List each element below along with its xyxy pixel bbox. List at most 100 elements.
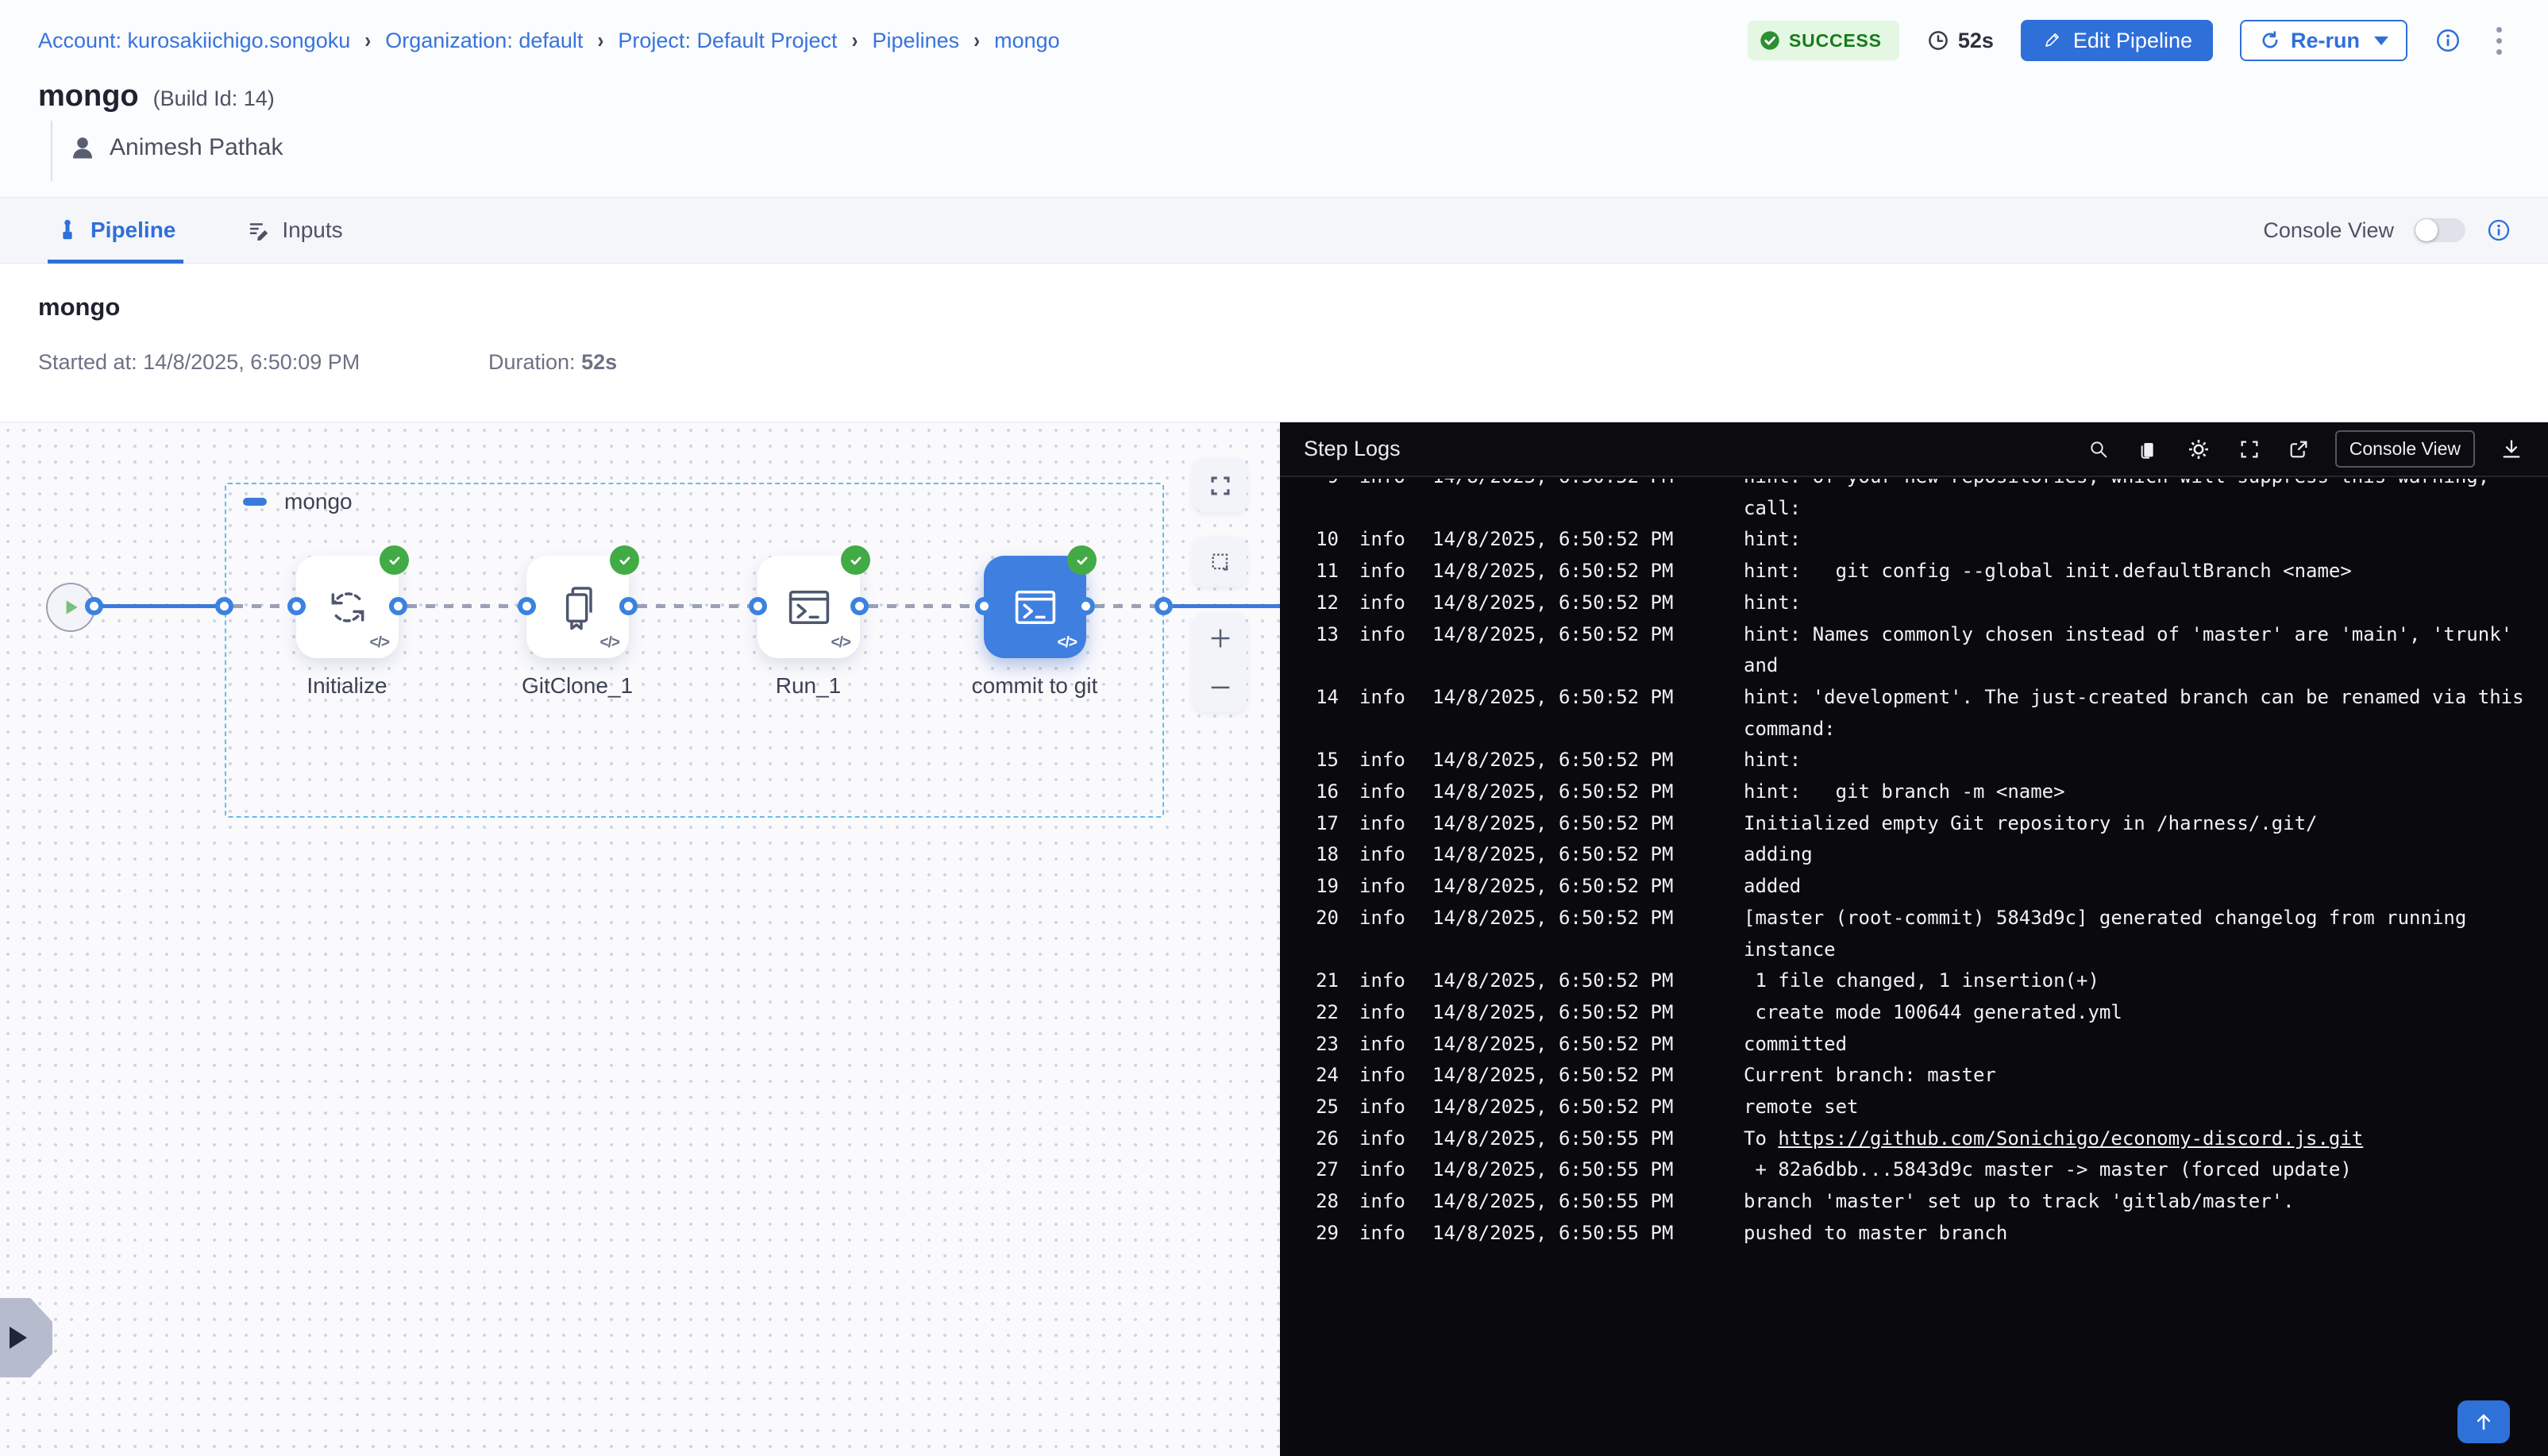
connector-line bbox=[1173, 604, 1280, 608]
log-level: info bbox=[1359, 1029, 1409, 1061]
log-link[interactable]: https://github.com/Sonichigo/economy-dis… bbox=[1778, 1127, 2363, 1150]
log-timestamp: 14/8/2025, 6:50:52 PM bbox=[1432, 745, 1686, 776]
fullscreen-button[interactable] bbox=[1193, 459, 1247, 512]
tab-pipeline[interactable]: Pipeline bbox=[48, 198, 183, 263]
console-view-toggle[interactable] bbox=[2415, 218, 2465, 242]
log-line: committed bbox=[1744, 1029, 2548, 1061]
log-message: Current branch: master bbox=[1744, 1060, 2548, 1092]
expand-left-panel-handle[interactable] bbox=[0, 1298, 52, 1377]
log-row: 29info14/8/2025, 6:50:55 PMpushed to mas… bbox=[1280, 1218, 2548, 1250]
log-message: [master (root-commit) 5843d9c] generated… bbox=[1744, 903, 2548, 965]
log-message: create mode 100644 generated.yml bbox=[1744, 997, 2548, 1029]
user-icon bbox=[68, 133, 97, 162]
edit-pipeline-button[interactable]: Edit Pipeline bbox=[2021, 20, 2213, 61]
pipeline-canvas[interactable]: mongo </>Initialize </>GitClone_1 </>Run… bbox=[0, 422, 1280, 1456]
log-line: To https://github.com/Sonichigo/economy-… bbox=[1744, 1123, 2548, 1155]
log-message: pushed to master branch bbox=[1744, 1218, 2548, 1250]
log-timestamp: 14/8/2025, 6:50:52 PM bbox=[1432, 997, 1686, 1029]
status-badge: SUCCESS bbox=[1748, 21, 1899, 60]
log-level: info bbox=[1359, 556, 1409, 587]
log-timestamp: 14/8/2025, 6:50:52 PM bbox=[1432, 903, 1686, 934]
more-options-button[interactable] bbox=[2488, 22, 2510, 60]
log-message: hint: Names commonly chosen instead of '… bbox=[1744, 619, 2548, 682]
download-icon[interactable] bbox=[2499, 437, 2524, 462]
collapse-icon[interactable] bbox=[243, 498, 267, 506]
log-row: 20info14/8/2025, 6:50:52 PM[master (root… bbox=[1280, 903, 2548, 965]
log-line: Initialized empty Git repository in /har… bbox=[1744, 808, 2548, 840]
log-message: + 82a6dbb...5843d9c master -> master (fo… bbox=[1744, 1154, 2548, 1186]
open-in-new-icon[interactable] bbox=[2286, 437, 2311, 462]
pipeline-icon bbox=[56, 218, 79, 242]
info-icon[interactable] bbox=[2486, 218, 2511, 243]
log-line-number: 19 bbox=[1302, 871, 1339, 903]
log-line-number: 9 bbox=[1302, 479, 1339, 493]
log-level: info bbox=[1359, 1060, 1409, 1092]
pipeline-node-run_1[interactable]: </> bbox=[757, 556, 860, 658]
log-line-number: 23 bbox=[1302, 1029, 1339, 1061]
maximize-icon[interactable] bbox=[2237, 437, 2262, 462]
tab-inputs[interactable]: Inputs bbox=[239, 198, 350, 263]
connector-port bbox=[975, 597, 993, 615]
terminal-icon bbox=[783, 581, 835, 634]
log-line: hint: git branch -m <name> bbox=[1744, 776, 2548, 808]
log-timestamp: 14/8/2025, 6:50:52 PM bbox=[1432, 524, 1686, 556]
breadcrumb-item[interactable]: Organization: default bbox=[385, 29, 583, 53]
log-message: hint: bbox=[1744, 587, 2548, 619]
pipeline-node-commit-to-git[interactable]: </> bbox=[984, 556, 1086, 658]
log-line: command: bbox=[1744, 714, 2548, 745]
console-view-button[interactable]: Console View bbox=[2335, 430, 2475, 468]
log-header: Step Logs Console View bbox=[1280, 422, 2548, 477]
run-name: mongo bbox=[38, 293, 120, 322]
log-line-number: 20 bbox=[1302, 903, 1339, 934]
log-timestamp: 14/8/2025, 6:50:52 PM bbox=[1432, 965, 1686, 997]
pipeline-node-initialize[interactable]: </> bbox=[296, 556, 399, 658]
arrow-up-icon bbox=[2472, 1410, 2496, 1434]
copy-icon[interactable] bbox=[2135, 437, 2161, 462]
run-info-strip: mongo Started at: 14/8/2025, 6:50:09 PM … bbox=[0, 264, 2548, 422]
log-message: adding bbox=[1744, 839, 2548, 871]
log-line-number: 22 bbox=[1302, 997, 1339, 1029]
zoom-out-button[interactable] bbox=[1193, 663, 1247, 712]
log-timestamp: 14/8/2025, 6:50:52 PM bbox=[1432, 587, 1686, 619]
log-line: and bbox=[1744, 650, 2548, 682]
status-text: SUCCESS bbox=[1789, 30, 1882, 52]
log-line: create mode 100644 generated.yml bbox=[1744, 997, 2548, 1029]
fullscreen-icon bbox=[1207, 472, 1234, 499]
log-message: branch 'master' set up to track 'gitlab/… bbox=[1744, 1186, 2548, 1218]
log-line-number: 29 bbox=[1302, 1218, 1339, 1250]
code-icon: </> bbox=[831, 634, 850, 652]
log-row: 11info14/8/2025, 6:50:52 PMhint: git con… bbox=[1280, 556, 2548, 587]
stage-group-header[interactable]: mongo bbox=[243, 489, 353, 514]
selection-tool-button[interactable] bbox=[1193, 537, 1247, 587]
log-level: info bbox=[1359, 1092, 1409, 1123]
log-body[interactable]: 9info14/8/2025, 6:50:52 PMhint: of your … bbox=[1280, 479, 2548, 1456]
log-row: 12info14/8/2025, 6:50:52 PMhint: bbox=[1280, 587, 2548, 619]
log-message: hint: git config --global init.defaultBr… bbox=[1744, 556, 2548, 587]
duration-label: Duration: bbox=[488, 350, 581, 374]
code-icon: </> bbox=[1058, 634, 1077, 652]
pipeline-node-gitclone_1[interactable]: </> bbox=[526, 556, 629, 658]
log-row: 19info14/8/2025, 6:50:52 PMadded bbox=[1280, 871, 2548, 903]
scroll-to-top-button[interactable] bbox=[2457, 1400, 2510, 1443]
search-icon[interactable] bbox=[2086, 437, 2111, 462]
log-level: info bbox=[1359, 587, 1409, 619]
connector-port bbox=[1155, 597, 1173, 615]
breadcrumb-item[interactable]: Pipelines bbox=[873, 29, 960, 53]
breadcrumb-item[interactable]: Account: kurosakiichigo.songoku bbox=[38, 29, 350, 53]
log-timestamp: 14/8/2025, 6:50:55 PM bbox=[1432, 1123, 1686, 1155]
connector-port bbox=[85, 597, 103, 615]
info-icon[interactable] bbox=[2434, 27, 2461, 54]
zoom-in-button[interactable] bbox=[1193, 614, 1247, 663]
log-timestamp: 14/8/2025, 6:50:55 PM bbox=[1432, 1218, 1686, 1250]
log-row: 13info14/8/2025, 6:50:52 PMhint: Names c… bbox=[1280, 619, 2548, 682]
log-row: 17info14/8/2025, 6:50:52 PMInitialized e… bbox=[1280, 808, 2548, 840]
settings-gear-icon[interactable] bbox=[2184, 435, 2213, 464]
breadcrumb-item[interactable]: mongo bbox=[994, 29, 1060, 53]
log-message: hint: bbox=[1744, 745, 2548, 776]
play-icon bbox=[60, 597, 81, 618]
log-line: call: bbox=[1744, 493, 2548, 525]
connector-port bbox=[518, 597, 536, 615]
breadcrumb-item[interactable]: Project: Default Project bbox=[618, 29, 837, 53]
rerun-button[interactable]: Re-run bbox=[2240, 20, 2407, 61]
log-row: 28info14/8/2025, 6:50:55 PMbranch 'maste… bbox=[1280, 1186, 2548, 1218]
